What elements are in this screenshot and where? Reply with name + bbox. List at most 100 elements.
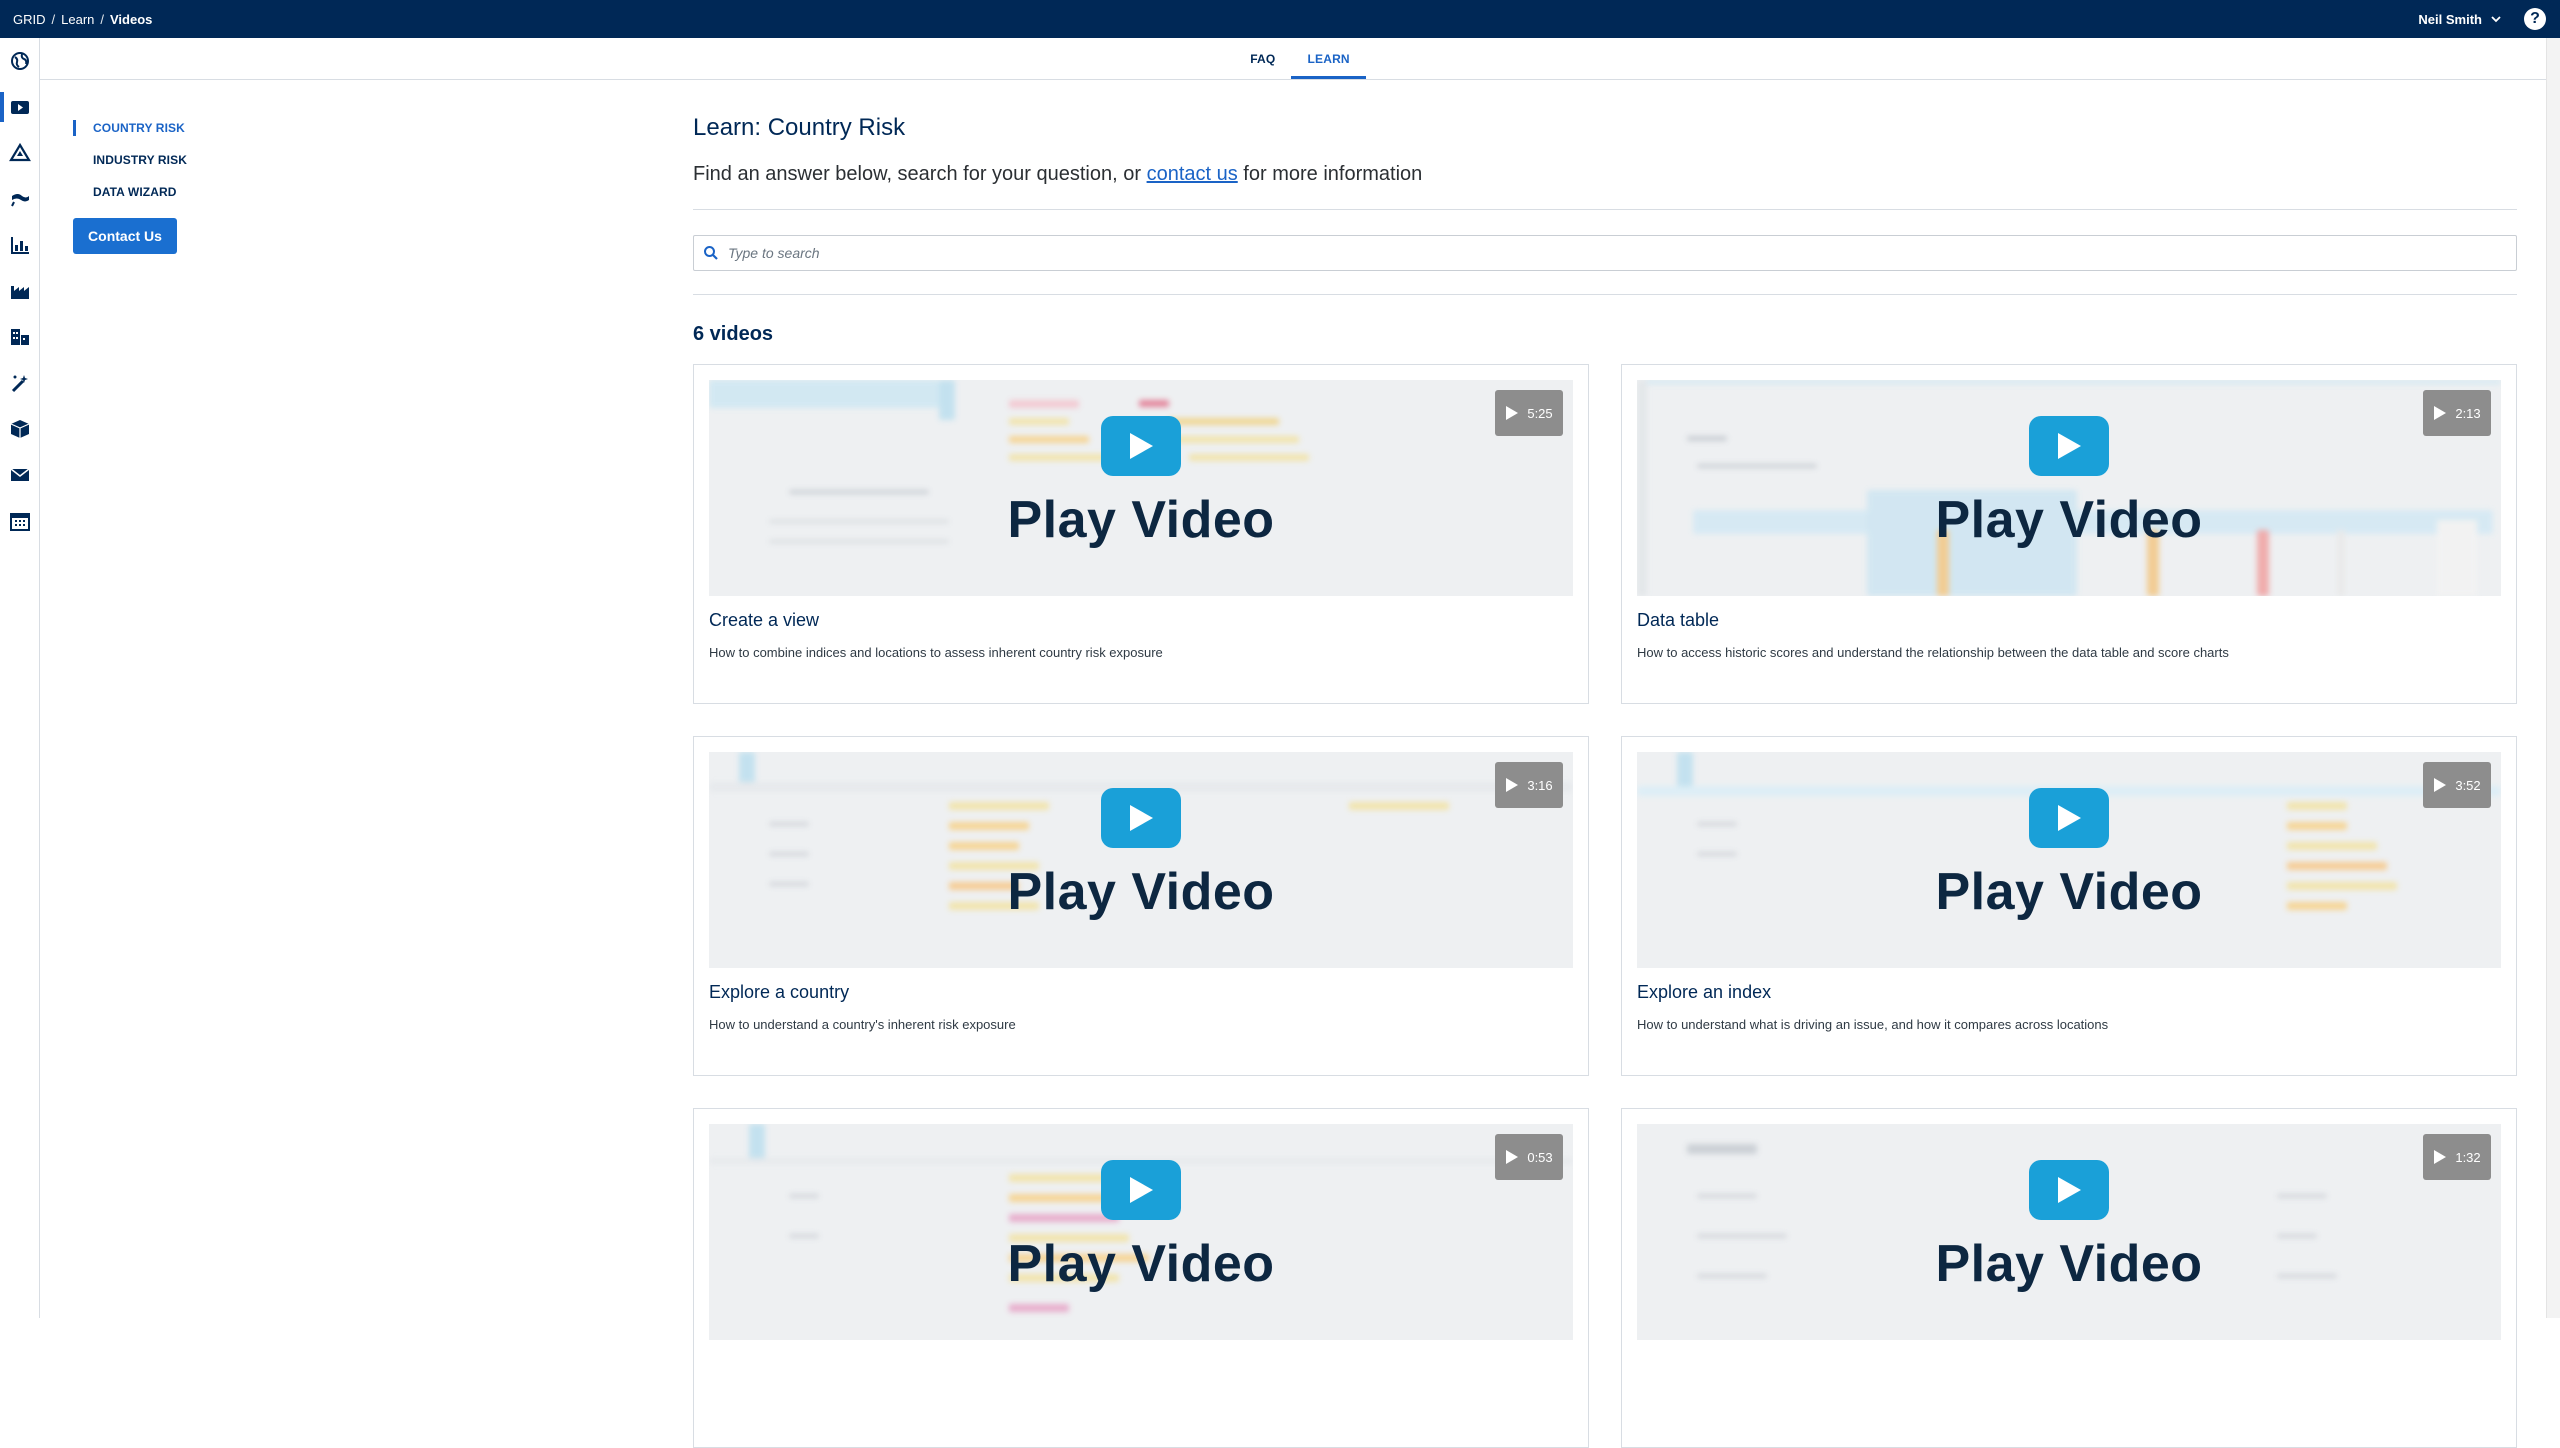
duration-badge: 1:32 [2423,1134,2491,1180]
rail-box[interactable] [0,406,40,452]
top-bar: GRID / Learn / Videos Neil Smith ? [0,0,2560,38]
thumbnail-shape [1697,464,1817,468]
thumbnail-shape [1637,380,2501,384]
play-button[interactable] [2029,416,2109,476]
play-button[interactable] [1101,1160,1181,1220]
play-icon [2434,406,2447,420]
video-thumbnail[interactable]: Play Video 0:53 [709,1124,1573,1340]
duration-badge: 0:53 [1495,1134,1563,1180]
thumbnail-shape [769,852,809,856]
chevron-down-icon[interactable] [2490,13,2502,25]
user-menu[interactable]: Neil Smith [2418,12,2482,27]
video-thumbnail[interactable]: Play Video 5:25 [709,380,1573,596]
video-title[interactable]: Explore an index [1637,982,2501,1003]
video-card[interactable]: Play Video 3:52 Explore an index How to und… [1621,736,2517,1076]
breadcrumb-separator: / [51,11,56,27]
video-description: How to combine indices and locations to … [709,645,1163,660]
rail-globe[interactable] [0,38,40,84]
search-input[interactable] [728,245,2508,261]
video-thumbnail[interactable]: Play Video 3:52 [1637,752,2501,968]
play-icon [1130,805,1153,831]
play-icon [1506,406,1519,420]
video-card[interactable]: Play Video 0:53 [693,1108,1589,1448]
play-button[interactable] [1101,416,1181,476]
video-title[interactable]: Data table [1637,610,2501,631]
rail-risk[interactable] [0,130,40,176]
thumbnail-shape [1169,436,1299,443]
page-title: Learn: Country Risk [693,114,906,141]
help-button[interactable]: ? [2524,8,2546,30]
mail-icon [10,468,30,481]
video-description: How to understand a country's inherent r… [709,1017,1016,1032]
rail-chart[interactable] [0,222,40,268]
rail-calendar[interactable] [0,498,40,544]
thumbnail-shape [1697,852,1737,856]
video-card[interactable]: Play Video 2:13 Data table How to access hi… [1621,364,2517,704]
play-button[interactable] [2029,1160,2109,1220]
sidenav-item-industry-risk[interactable]: INDUSTRY RISK [73,144,253,176]
video-card[interactable]: Play Video 5:25 Create a view How to combin… [693,364,1589,704]
warning-triangle-icon [9,142,31,162]
sidenav-item-data-wizard[interactable]: DATA WIZARD [73,176,253,208]
video-title[interactable]: Create a view [709,610,1573,631]
thumbnail-shape [949,822,1029,830]
thumbnail-shape [949,842,1019,850]
thumbnail-shape [789,1194,819,1198]
thumbnail-shape [2287,842,2377,850]
left-rail [0,38,40,1318]
thumbnail-preview [709,380,1573,596]
play-video-label: Play Video [1007,491,1275,549]
video-card[interactable]: Play Video 3:16 Explore a country How to un… [693,736,1589,1076]
rail-video[interactable] [0,84,40,130]
thumbnail-shape [709,380,939,408]
video-icon [11,101,29,114]
rail-flag[interactable] [0,176,40,222]
contact-us-link[interactable]: contact us [1147,163,1238,185]
video-thumbnail[interactable]: Play Video 2:13 [1637,380,2501,596]
factory-icon [11,286,29,299]
breadcrumb-separator: / [100,11,104,27]
scrollbar[interactable] [2546,38,2560,1318]
divider [693,294,2517,295]
breadcrumb: GRID / Learn / Videos [13,12,152,27]
thumbnail-shape [939,380,955,420]
search-icon [704,246,718,260]
play-icon [2058,433,2081,459]
thumbnail-shape [1139,400,1169,407]
video-title[interactable]: Explore a country [709,982,1573,1003]
play-button[interactable] [2029,788,2109,848]
rail-wizard[interactable] [0,360,40,406]
play-button[interactable] [1101,788,1181,848]
flag-icon [11,194,29,207]
main-content: Learn: Country Risk Find an answer below… [693,80,2517,1448]
duration-text: 3:52 [2455,777,2481,793]
video-card[interactable]: Play Video 1:32 [1621,1108,2517,1448]
play-icon [2058,1177,2081,1203]
video-thumbnail[interactable]: Play Video 1:32 [1637,1124,2501,1340]
thumbnail-shape [739,752,755,784]
breadcrumb-current: Videos [110,11,153,27]
intro-text-before: Find an answer below, search for your qu… [693,163,1147,185]
duration-badge: 3:16 [1495,762,1563,808]
thumbnail-shape [1009,1304,1069,1312]
search-box[interactable] [693,235,2517,271]
magic-wand-icon [11,375,28,393]
user-area: Neil Smith ? [2418,8,2546,30]
rail-buildings[interactable] [0,314,40,360]
duration-text: 1:32 [2455,1149,2481,1165]
tab-faq[interactable]: FAQ [1234,38,1291,79]
breadcrumb-learn[interactable]: Learn [61,12,94,27]
thumbnail-preview [1637,752,2501,968]
contact-us-button[interactable]: Contact Us [73,218,177,254]
thumbnail-shape [1009,436,1089,443]
rail-industry[interactable] [0,268,40,314]
breadcrumb-grid[interactable]: GRID [13,12,46,27]
rail-mail[interactable] [0,452,40,498]
play-icon [1130,1177,1153,1203]
video-thumbnail[interactable]: Play Video 3:16 [709,752,1573,968]
thumbnail-shape [1349,802,1449,810]
duration-text: 5:25 [1527,405,1553,421]
tab-learn[interactable]: LEARN [1291,38,1366,79]
duration-badge: 2:13 [2423,390,2491,436]
sidenav-item-country-risk[interactable]: COUNTRY RISK [73,112,253,144]
